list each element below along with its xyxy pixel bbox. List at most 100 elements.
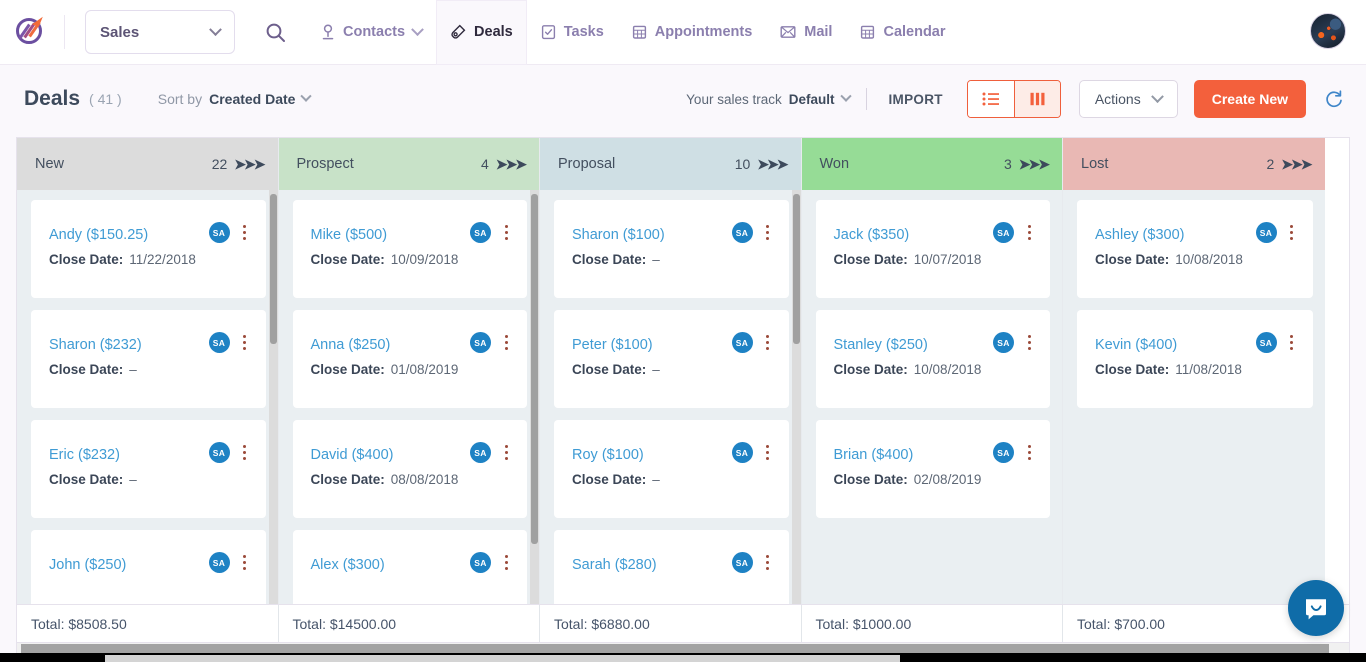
card-menu-button[interactable] (1285, 221, 1299, 243)
owner-avatar[interactable]: SA (732, 332, 753, 353)
column-advance-icon[interactable]: ➤➤➤ (1019, 156, 1048, 173)
owner-avatar[interactable]: SA (1256, 222, 1277, 243)
sort-by-control[interactable]: Sort by Created Date (158, 91, 311, 107)
deal-title[interactable]: Eric ($232) (49, 447, 120, 463)
kanban-view-button[interactable] (1014, 81, 1060, 117)
actions-button[interactable]: Actions (1079, 80, 1178, 118)
deal-card[interactable]: Sharon ($100) SA Close Date:– (554, 200, 789, 298)
deal-card[interactable]: Alex ($300) SA (293, 530, 528, 604)
card-menu-button[interactable] (1022, 441, 1036, 463)
deal-card[interactable]: Ashley ($300) SA Close Date:10/08/2018 (1077, 200, 1313, 298)
owner-avatar[interactable]: SA (470, 222, 491, 243)
deal-title[interactable]: Ashley ($300) (1095, 227, 1184, 243)
deal-title[interactable]: John ($250) (49, 557, 126, 573)
owner-avatar[interactable]: SA (1256, 332, 1277, 353)
sales-track-control[interactable]: Your sales track Default (686, 92, 849, 107)
deal-card[interactable]: Sharon ($232) SA Close Date:– (31, 310, 266, 408)
chevron-down-icon (301, 91, 312, 102)
search-button[interactable] (249, 6, 301, 58)
deal-card[interactable]: Roy ($100) SA Close Date:– (554, 420, 789, 518)
column-advance-icon[interactable]: ➤➤➤ (234, 156, 263, 173)
column-advance-icon[interactable]: ➤➤➤ (496, 156, 525, 173)
deal-card[interactable]: Brian ($400) SA Close Date:02/08/2019 (816, 420, 1051, 518)
card-menu-button[interactable] (1022, 221, 1036, 243)
owner-avatar[interactable]: SA (470, 332, 491, 353)
create-new-button[interactable]: Create New (1194, 80, 1306, 118)
card-menu-button[interactable] (1022, 331, 1036, 353)
deal-card[interactable]: Stanley ($250) SA Close Date:10/08/2018 (816, 310, 1051, 408)
card-menu-button[interactable] (499, 441, 513, 463)
card-menu-button[interactable] (499, 221, 513, 243)
deal-title[interactable]: Brian ($400) (834, 447, 914, 463)
deal-card[interactable]: Sarah ($280) SA (554, 530, 789, 604)
deal-title[interactable]: Stanley ($250) (834, 337, 928, 353)
deal-title[interactable]: Mike ($500) (311, 227, 388, 243)
deal-title[interactable]: Anna ($250) (311, 337, 391, 353)
deal-title[interactable]: Andy ($150.25) (49, 227, 148, 243)
card-menu-button[interactable] (761, 221, 775, 243)
deal-title[interactable]: Peter ($100) (572, 337, 653, 353)
deal-card[interactable]: Kevin ($400) SA Close Date:11/08/2018 (1077, 310, 1313, 408)
deal-title[interactable]: Roy ($100) (572, 447, 644, 463)
column-advance-icon[interactable]: ➤➤➤ (757, 156, 786, 173)
nav-item-contacts[interactable]: Contacts (307, 0, 436, 65)
deal-title[interactable]: David ($400) (311, 447, 394, 463)
column-advance-icon[interactable]: ➤➤➤ (1281, 156, 1310, 173)
nav-item-tasks[interactable]: Tasks (527, 0, 618, 65)
deal-title[interactable]: Jack ($350) (834, 227, 910, 243)
nav-item-deals[interactable]: Deals (436, 0, 527, 65)
column-scrollbar[interactable] (792, 190, 801, 604)
deal-card[interactable]: John ($250) SA (31, 530, 266, 604)
owner-avatar[interactable]: SA (993, 442, 1014, 463)
card-menu-button[interactable] (499, 551, 513, 573)
deal-title[interactable]: Sarah ($280) (572, 557, 657, 573)
card-menu-button[interactable] (761, 551, 775, 573)
deal-title[interactable]: Kevin ($400) (1095, 337, 1177, 353)
card-menu-button[interactable] (238, 441, 252, 463)
deal-card[interactable]: Peter ($100) SA Close Date:– (554, 310, 789, 408)
owner-avatar[interactable]: SA (209, 442, 230, 463)
owner-avatar[interactable]: SA (732, 222, 753, 243)
deal-title[interactable]: Sharon ($232) (49, 337, 142, 353)
nav-item-appointments[interactable]: Appointments (618, 0, 766, 65)
user-avatar[interactable] (1310, 13, 1346, 49)
owner-avatar[interactable]: SA (209, 222, 230, 243)
card-menu-button[interactable] (761, 331, 775, 353)
sort-by-value[interactable]: Created Date (209, 91, 295, 107)
owner-avatar[interactable]: SA (470, 552, 491, 573)
intercom-launcher-button[interactable] (1288, 580, 1344, 636)
column-scrollbar[interactable] (269, 190, 278, 604)
deal-card[interactable]: David ($400) SA Close Date:08/08/2018 (293, 420, 528, 518)
agile-crm-logo[interactable] (14, 14, 50, 50)
card-menu-button[interactable] (499, 331, 513, 353)
owner-avatar[interactable]: SA (993, 222, 1014, 243)
column-scrollbar[interactable] (530, 190, 539, 604)
card-menu-button[interactable] (238, 331, 252, 353)
card-menu-button[interactable] (238, 551, 252, 573)
nav-item-mail[interactable]: Mail (766, 0, 846, 65)
deal-card[interactable]: Mike ($500) SA Close Date:10/09/2018 (293, 200, 528, 298)
card-menu-button[interactable] (238, 221, 252, 243)
column-total-proposal: Total: $6880.00 (540, 605, 802, 642)
deal-title[interactable]: Alex ($300) (311, 557, 385, 573)
deal-title[interactable]: Sharon ($100) (572, 227, 665, 243)
deal-card[interactable]: Anna ($250) SA Close Date:01/08/2019 (293, 310, 528, 408)
close-date-label: Close Date: (49, 252, 123, 267)
card-menu-button[interactable] (761, 441, 775, 463)
import-button[interactable]: IMPORT (883, 92, 949, 107)
owner-avatar[interactable]: SA (209, 332, 230, 353)
list-view-button[interactable] (968, 81, 1014, 117)
card-menu-button[interactable] (1285, 331, 1299, 353)
owner-avatar[interactable]: SA (209, 552, 230, 573)
owner-avatar[interactable]: SA (470, 442, 491, 463)
deal-card[interactable]: Andy ($150.25) SA Close Date:11/22/2018 (31, 200, 266, 298)
sales-track-value[interactable]: Default (789, 92, 835, 107)
deal-card[interactable]: Jack ($350) SA Close Date:10/07/2018 (816, 200, 1051, 298)
owner-avatar[interactable]: SA (732, 442, 753, 463)
nav-item-calendar[interactable]: Calendar (846, 0, 959, 65)
refresh-button[interactable] (1322, 87, 1346, 111)
deal-card[interactable]: Eric ($232) SA Close Date:– (31, 420, 266, 518)
owner-avatar[interactable]: SA (732, 552, 753, 573)
owner-avatar[interactable]: SA (993, 332, 1014, 353)
module-selector[interactable]: Sales (85, 10, 235, 54)
